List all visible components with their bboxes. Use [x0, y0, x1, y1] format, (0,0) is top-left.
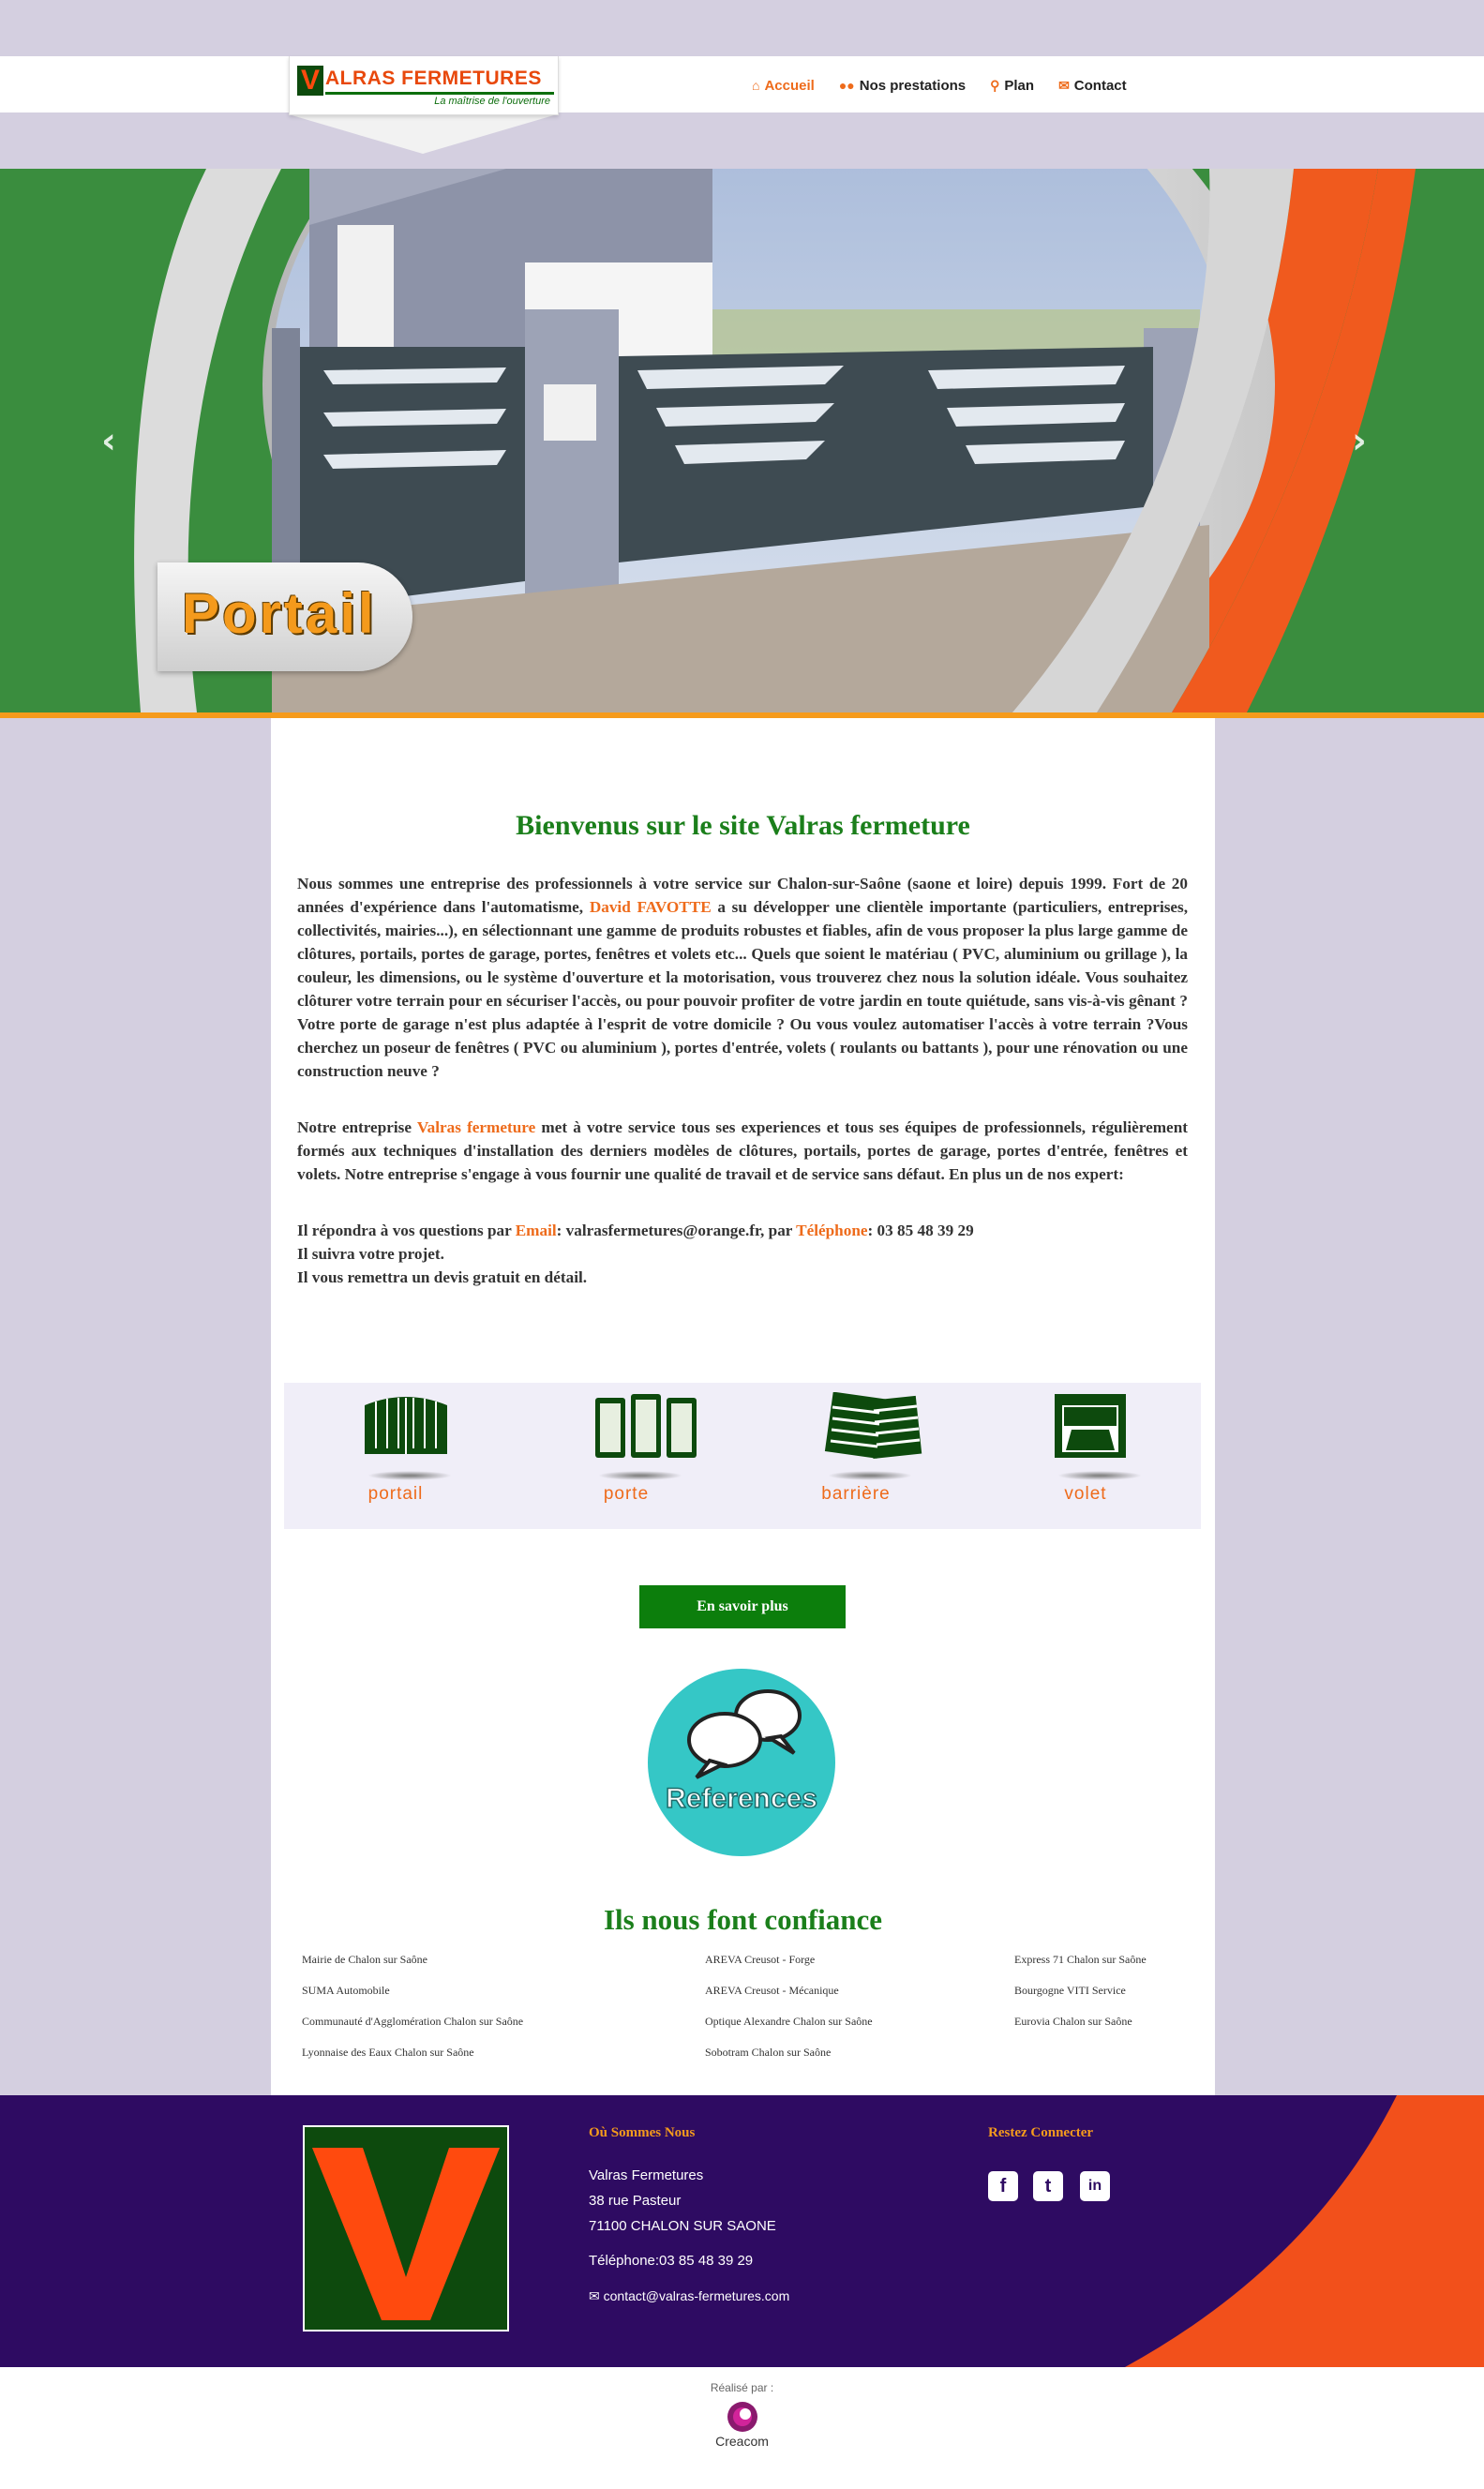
reference-item: Communauté d'Agglomération Chalon sur Sa… — [302, 2015, 524, 2028]
nav-label: Contact — [1073, 77, 1127, 94]
logo-initial: V — [297, 66, 323, 96]
references-title: Ils nous font confiance — [603, 1903, 883, 1936]
welcome-title: Bienvenus sur le site Valras fermeture — [516, 810, 970, 841]
company-paragraph: Notre entreprise Valras fermeture met à … — [297, 1116, 1188, 1186]
reference-item: AREVA Creusot - Forge — [705, 1953, 816, 1966]
linkedin-icon[interactable]: in — [1080, 2171, 1110, 2201]
icon-shadow — [367, 1471, 452, 1480]
service-porte[interactable]: porte — [556, 1383, 697, 1529]
phone-value: : 03 85 48 39 29 — [867, 1222, 974, 1239]
carousel-next-button[interactable]: › — [1341, 422, 1378, 459]
logo-brand: ALRAS FERMETURES — [325, 67, 542, 89]
company-name: Valras fermeture — [416, 1118, 536, 1136]
main-nav: ⌂ Accueil ●● Nos prestations ⚲ Plan ✉ Co… — [752, 75, 1127, 96]
email-label: Email — [515, 1222, 557, 1239]
reference-item: Bourgogne VITI Service — [1014, 1984, 1126, 1997]
references-badge[interactable]: References — [648, 1663, 835, 1860]
service-label: volet — [1064, 1484, 1107, 1504]
footer-email: contact@valras-fermetures.com — [603, 2288, 790, 2303]
footer-social-title: Restez Connecter — [988, 2125, 1094, 2140]
logo-rule — [325, 92, 554, 95]
service-volet[interactable]: volet — [1015, 1383, 1156, 1529]
slide-caption: Portail — [182, 582, 377, 645]
twitter-icon[interactable]: t — [1033, 2171, 1063, 2201]
envelope-icon: ✉ — [1058, 77, 1070, 93]
shutters-icon — [824, 1392, 922, 1459]
expert-text: Il répondra à vos questions par — [297, 1222, 512, 1239]
site-logo[interactable]: V ALRAS FERMETURES La maîtrise de l'ouve… — [289, 56, 559, 154]
facebook-icon[interactable]: f — [988, 2171, 1018, 2201]
nav-label: Plan — [1004, 77, 1035, 94]
service-label: barrière — [821, 1484, 891, 1504]
service-label: portail — [367, 1484, 424, 1504]
users-icon: ●● — [838, 78, 855, 93]
credit-agency[interactable]: Creacom — [0, 2434, 1484, 2449]
reference-item: Express 71 Chalon sur Saône — [1014, 1953, 1147, 1966]
service-label: porte — [603, 1484, 650, 1504]
reference-item: SUMA Automobile — [302, 1984, 390, 1997]
reference-item: Optique Alexandre Chalon sur Saône — [705, 2015, 873, 2028]
reference-item: AREVA Creusot - Mécanique — [705, 1984, 839, 1997]
learn-more-button[interactable]: En savoir plus — [639, 1585, 846, 1628]
chevron-right-icon: › — [1352, 420, 1367, 461]
nav-label: Accueil — [764, 77, 815, 94]
logo-tab-point — [289, 114, 557, 154]
icon-shadow — [828, 1471, 912, 1480]
footer-street: 38 rue Pasteur — [589, 2193, 682, 2209]
chevron-left-icon: ‹ — [101, 420, 116, 461]
company-text-a: Notre entreprise — [297, 1118, 412, 1136]
nav-accueil[interactable]: ⌂ Accueil — [752, 75, 815, 96]
footer-email-link[interactable]: ✉ contact@valras-fermetures.com — [589, 2288, 789, 2304]
service-barriere[interactable]: barrière — [786, 1383, 926, 1529]
header-bar — [0, 56, 1484, 112]
map-marker-icon: ⚲ — [990, 77, 1000, 93]
logo-tagline: La maîtrise de l'ouverture — [434, 96, 550, 107]
reference-item: Mairie de Chalon sur Saône — [302, 1953, 427, 1966]
expert-paragraph: Il répondra à vos questions par Email: v… — [297, 1219, 1188, 1289]
garage-door-icon — [1055, 1394, 1126, 1458]
credit-label: Réalisé par : — [710, 2381, 774, 2394]
envelope-icon: ✉ — [589, 2288, 604, 2303]
footer-city: 71100 CHALON SUR SAONE — [589, 2218, 776, 2234]
gate-icon — [365, 1397, 447, 1454]
home-icon: ⌂ — [752, 78, 760, 93]
reference-item: Eurovia Chalon sur Saône — [1014, 2015, 1132, 2028]
reference-item: Sobotram Chalon sur Saône — [705, 2046, 832, 2059]
intro-owner-name: David FAVOTTE — [589, 898, 712, 916]
nav-prestations[interactable]: ●● Nos prestations — [839, 75, 966, 96]
doors-icon — [595, 1394, 697, 1458]
icon-shadow — [598, 1471, 682, 1480]
references-badge-label: References — [666, 1783, 817, 1814]
nav-contact[interactable]: ✉ Contact — [1058, 75, 1127, 96]
icon-shadow — [1057, 1471, 1142, 1480]
services-strip: portail porte barrière volet — [284, 1383, 1201, 1529]
nav-plan[interactable]: ⚲ Plan — [990, 75, 1034, 96]
expert-line-2: Il suivra votre projet. — [297, 1245, 444, 1263]
email-value: : valrasfermetures@orange.fr, par — [556, 1222, 793, 1239]
nav-label: Nos prestations — [859, 77, 967, 94]
expert-line-3: Il vous remettra un devis gratuit en dét… — [297, 1268, 588, 1286]
footer-phone: Téléphone:03 85 48 39 29 — [589, 2253, 754, 2269]
footer-company: Valras Fermetures — [589, 2167, 704, 2183]
service-portail[interactable]: portail — [325, 1383, 466, 1529]
carousel-prev-button[interactable]: ‹ — [90, 422, 127, 459]
footer-logo — [303, 2125, 509, 2332]
phone-label: Téléphone — [796, 1222, 868, 1239]
footer-address-title: Où Sommes Nous — [589, 2125, 696, 2140]
intro-text-b: a su développer une clientèle importante… — [297, 898, 1189, 1080]
logo-plate: V ALRAS FERMETURES La maîtrise de l'ouve… — [289, 56, 559, 115]
reference-item: Lyonnaise des Eaux Chalon sur Saône — [302, 2046, 474, 2059]
intro-paragraph: Nous sommes une entreprise des professio… — [297, 872, 1188, 1083]
